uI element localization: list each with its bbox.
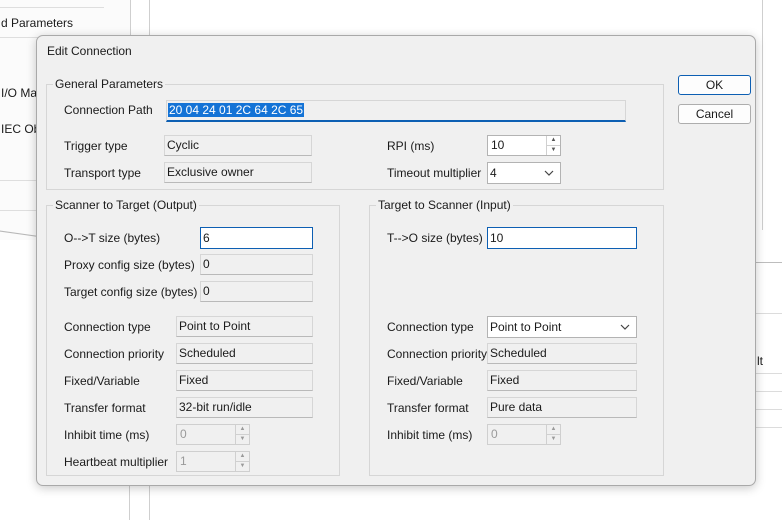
timeout-multiplier-select[interactable]: 4 (487, 162, 561, 184)
spin-down-icon[interactable]: ▼ (547, 146, 560, 156)
transport-type-label: Transport type (64, 166, 141, 180)
connection-priority-field: Scheduled (487, 343, 637, 364)
grid-column-header: lt (757, 354, 763, 368)
tree-item-iec[interactable]: IEC Ob (0, 116, 36, 142)
connection-path-field[interactable]: 20 04 24 01 2C 64 2C 65 (166, 100, 626, 122)
ok-button[interactable]: OK (678, 75, 751, 95)
t-o-size-input[interactable]: 10 (487, 227, 637, 249)
connection-type-field: Point to Point (176, 316, 313, 337)
fixed-variable-field: Fixed (176, 370, 313, 391)
connection-type-label: Connection type (387, 320, 474, 334)
edit-connection-dialog: Edit Connection OK Cancel General Parame… (36, 35, 756, 486)
trigger-type-label: Trigger type (64, 139, 128, 153)
heartbeat-multiplier-value: 1 (180, 454, 187, 468)
divider (149, 486, 150, 520)
o-t-size-input[interactable]: 6 (200, 227, 313, 249)
connection-path-value: 20 04 24 01 2C 64 2C 65 (168, 103, 305, 117)
inhibit-time-label: Inhibit time (ms) (64, 428, 150, 442)
target-config-field: 0 (200, 281, 313, 302)
inhibit-time-stepper[interactable]: 0 ▲ ▼ (487, 424, 561, 445)
spin-up-icon[interactable]: ▲ (236, 452, 249, 462)
group-title: Target to Scanner (Input) (376, 198, 513, 212)
dialog-title: Edit Connection (47, 44, 132, 58)
general-parameters-group: General Parameters Connection Path 20 04… (46, 77, 664, 190)
transfer-format-label: Transfer format (64, 401, 146, 415)
spinner-arrows[interactable]: ▲ ▼ (235, 425, 249, 444)
spin-up-icon[interactable]: ▲ (547, 425, 560, 435)
o-t-size-label: O-->T size (bytes) (64, 231, 161, 245)
spin-down-icon[interactable]: ▼ (236, 435, 249, 445)
fixed-variable-label: Fixed/Variable (387, 374, 463, 388)
spin-up-icon[interactable]: ▲ (236, 425, 249, 435)
fixed-variable-field: Fixed (487, 370, 637, 391)
proxy-config-field: 0 (200, 254, 313, 275)
chevron-down-icon (544, 170, 554, 176)
transfer-format-field: Pure data (487, 397, 637, 418)
inhibit-time-value: 0 (180, 427, 187, 441)
heartbeat-multiplier-label: Heartbeat multiplier (64, 455, 169, 469)
divider (762, 0, 763, 230)
proxy-config-label: Proxy config size (bytes) (64, 258, 195, 272)
divider (129, 486, 130, 520)
group-title: Scanner to Target (Output) (53, 198, 199, 212)
divider (149, 0, 150, 38)
spin-down-icon[interactable]: ▼ (236, 462, 249, 472)
tree-item-parameters[interactable]: d Parameters (0, 10, 130, 36)
inhibit-time-value: 0 (491, 427, 498, 441)
chevron-down-icon (620, 324, 630, 330)
rpi-value: 10 (491, 138, 505, 152)
timeout-multiplier-value: 4 (490, 166, 497, 180)
transfer-format-label: Transfer format (387, 401, 469, 415)
timeout-multiplier-label: Timeout multiplier (387, 166, 482, 180)
fixed-variable-label: Fixed/Variable (64, 374, 140, 388)
target-config-label: Target config size (bytes) (64, 285, 198, 299)
target-to-scanner-group: Target to Scanner (Input) T-->O size (by… (369, 198, 664, 476)
heartbeat-multiplier-stepper[interactable]: 1 ▲ ▼ (176, 451, 250, 472)
scanner-to-target-group: Scanner to Target (Output) O-->T size (b… (46, 198, 340, 476)
inhibit-time-stepper[interactable]: 0 ▲ ▼ (176, 424, 250, 445)
connection-priority-label: Connection priority (64, 347, 165, 361)
spin-down-icon[interactable]: ▼ (547, 435, 560, 445)
spinner-arrows[interactable]: ▲ ▼ (235, 452, 249, 471)
background-grid (752, 262, 782, 430)
spinner-arrows[interactable]: ▲ ▼ (546, 136, 560, 155)
connection-priority-field: Scheduled (176, 343, 313, 364)
connection-path-label: Connection Path (64, 103, 153, 117)
connection-priority-label: Connection priority (387, 347, 488, 361)
t-o-size-label: T-->O size (bytes) (387, 231, 483, 245)
connection-type-select[interactable]: Point to Point (487, 316, 637, 338)
rpi-label: RPI (ms) (387, 139, 435, 153)
transport-type-field: Exclusive owner (164, 162, 312, 183)
trigger-type-field: Cyclic (164, 135, 312, 156)
inhibit-time-label: Inhibit time (ms) (387, 428, 473, 442)
spinner-arrows[interactable]: ▲ ▼ (546, 425, 560, 444)
transfer-format-field: 32-bit run/idle (176, 397, 313, 418)
cancel-button[interactable]: Cancel (678, 104, 751, 124)
tree-item-io[interactable]: I/O Ma (0, 80, 36, 106)
group-title: General Parameters (53, 77, 166, 91)
connection-type-value: Point to Point (490, 320, 562, 334)
spin-up-icon[interactable]: ▲ (547, 136, 560, 146)
divider (0, 7, 104, 8)
connection-type-label: Connection type (64, 320, 151, 334)
rpi-stepper[interactable]: 10 ▲ ▼ (487, 135, 561, 156)
